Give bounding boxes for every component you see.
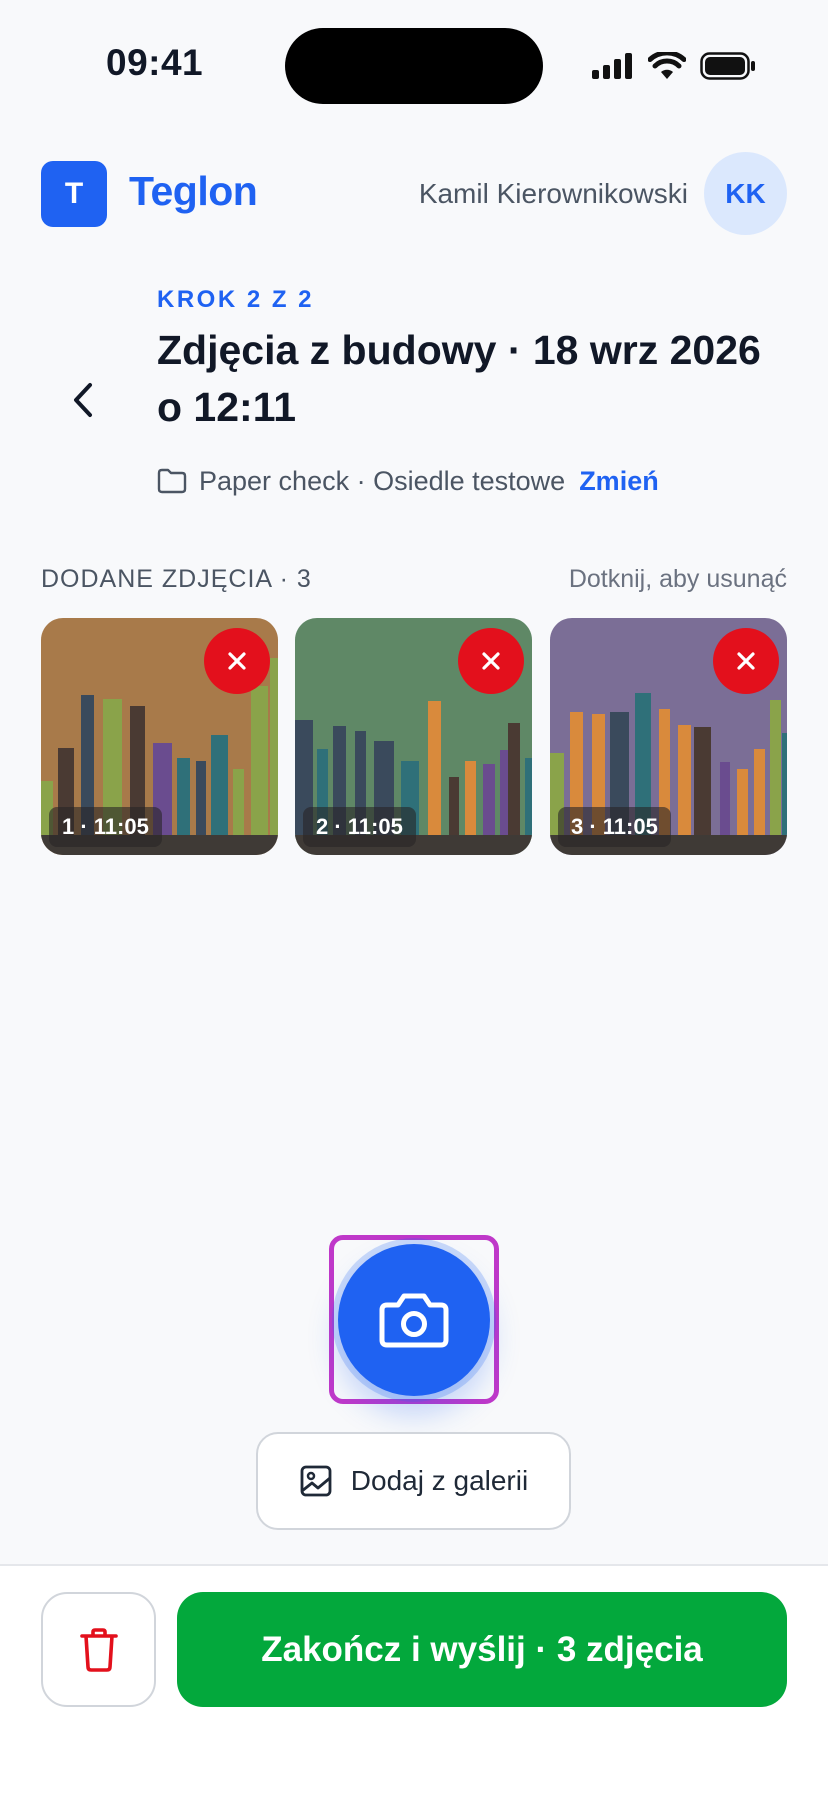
image-icon (300, 1465, 332, 1497)
delete-button[interactable] (41, 1592, 156, 1707)
status-bar: 09:41 (0, 0, 828, 135)
chevron-left-icon (74, 383, 92, 417)
app-header: T Teglon Kamil Kierownikowski KK (41, 151, 787, 235)
camera-icon (379, 1293, 449, 1348)
avatar[interactable]: KK (704, 152, 787, 235)
photos-hint: Dotknij, aby usunąć (568, 565, 787, 593)
gallery-button-label: Dodaj z galerii (350, 1465, 529, 1496)
page-title: Zdjęcia z budowy · 18 wrz 2026 o 12:11 (157, 327, 761, 430)
dynamic-island (285, 28, 543, 104)
signal-icon (592, 53, 632, 79)
project-line: Paper check · Osiedle testowe Zmień (157, 461, 659, 501)
photos-title: DODANE ZDJĘCIA · 3 (41, 565, 312, 593)
status-time: 09:41 (106, 42, 204, 83)
app-logo: T (41, 161, 107, 227)
step-label: KROK 2 Z 2 (157, 286, 315, 313)
close-icon (228, 652, 246, 670)
user-name: Kamil Kierownikowski (418, 178, 688, 209)
close-icon (482, 652, 500, 670)
remove-photo-button[interactable] (713, 628, 779, 694)
back-button[interactable] (58, 370, 108, 430)
status-icons (592, 48, 756, 84)
photos-header: DODANE ZDJĘCIA · 3 Dotknij, aby usunąć (41, 565, 787, 599)
battery-icon (700, 52, 755, 80)
photo-thumbnail[interactable]: 3 · 11:05 (550, 618, 787, 855)
photo-label: 3 · 11:05 (558, 807, 671, 847)
wifi-icon (648, 52, 686, 79)
remove-photo-button[interactable] (204, 628, 270, 694)
finish-and-send-button[interactable]: Zakończ i wyślij · 3 zdjęcia (177, 1592, 787, 1707)
project-name: Paper check · Osiedle testowe (199, 465, 566, 496)
take-photo-button[interactable] (338, 1244, 490, 1396)
remove-photo-button[interactable] (458, 628, 524, 694)
photo-thumbnail[interactable]: 2 · 11:05 (295, 618, 532, 855)
folder-icon (157, 468, 187, 494)
photo-list: 1 · 11:05 2 · 11:05 3 · 11:05 (41, 618, 787, 855)
close-icon (737, 652, 755, 670)
bottom-action-bar: Zakończ i wyślij · 3 zdjęcia (0, 1564, 828, 1800)
trash-icon (79, 1627, 118, 1672)
add-from-gallery-button[interactable]: Dodaj z galerii (256, 1432, 571, 1530)
photo-thumbnail[interactable]: 1 · 11:05 (41, 618, 278, 855)
photo-label: 2 · 11:05 (303, 807, 416, 847)
app-name: Teglon (129, 168, 258, 214)
change-project-link[interactable]: Zmień (579, 466, 659, 497)
photo-label: 1 · 11:05 (49, 807, 162, 847)
